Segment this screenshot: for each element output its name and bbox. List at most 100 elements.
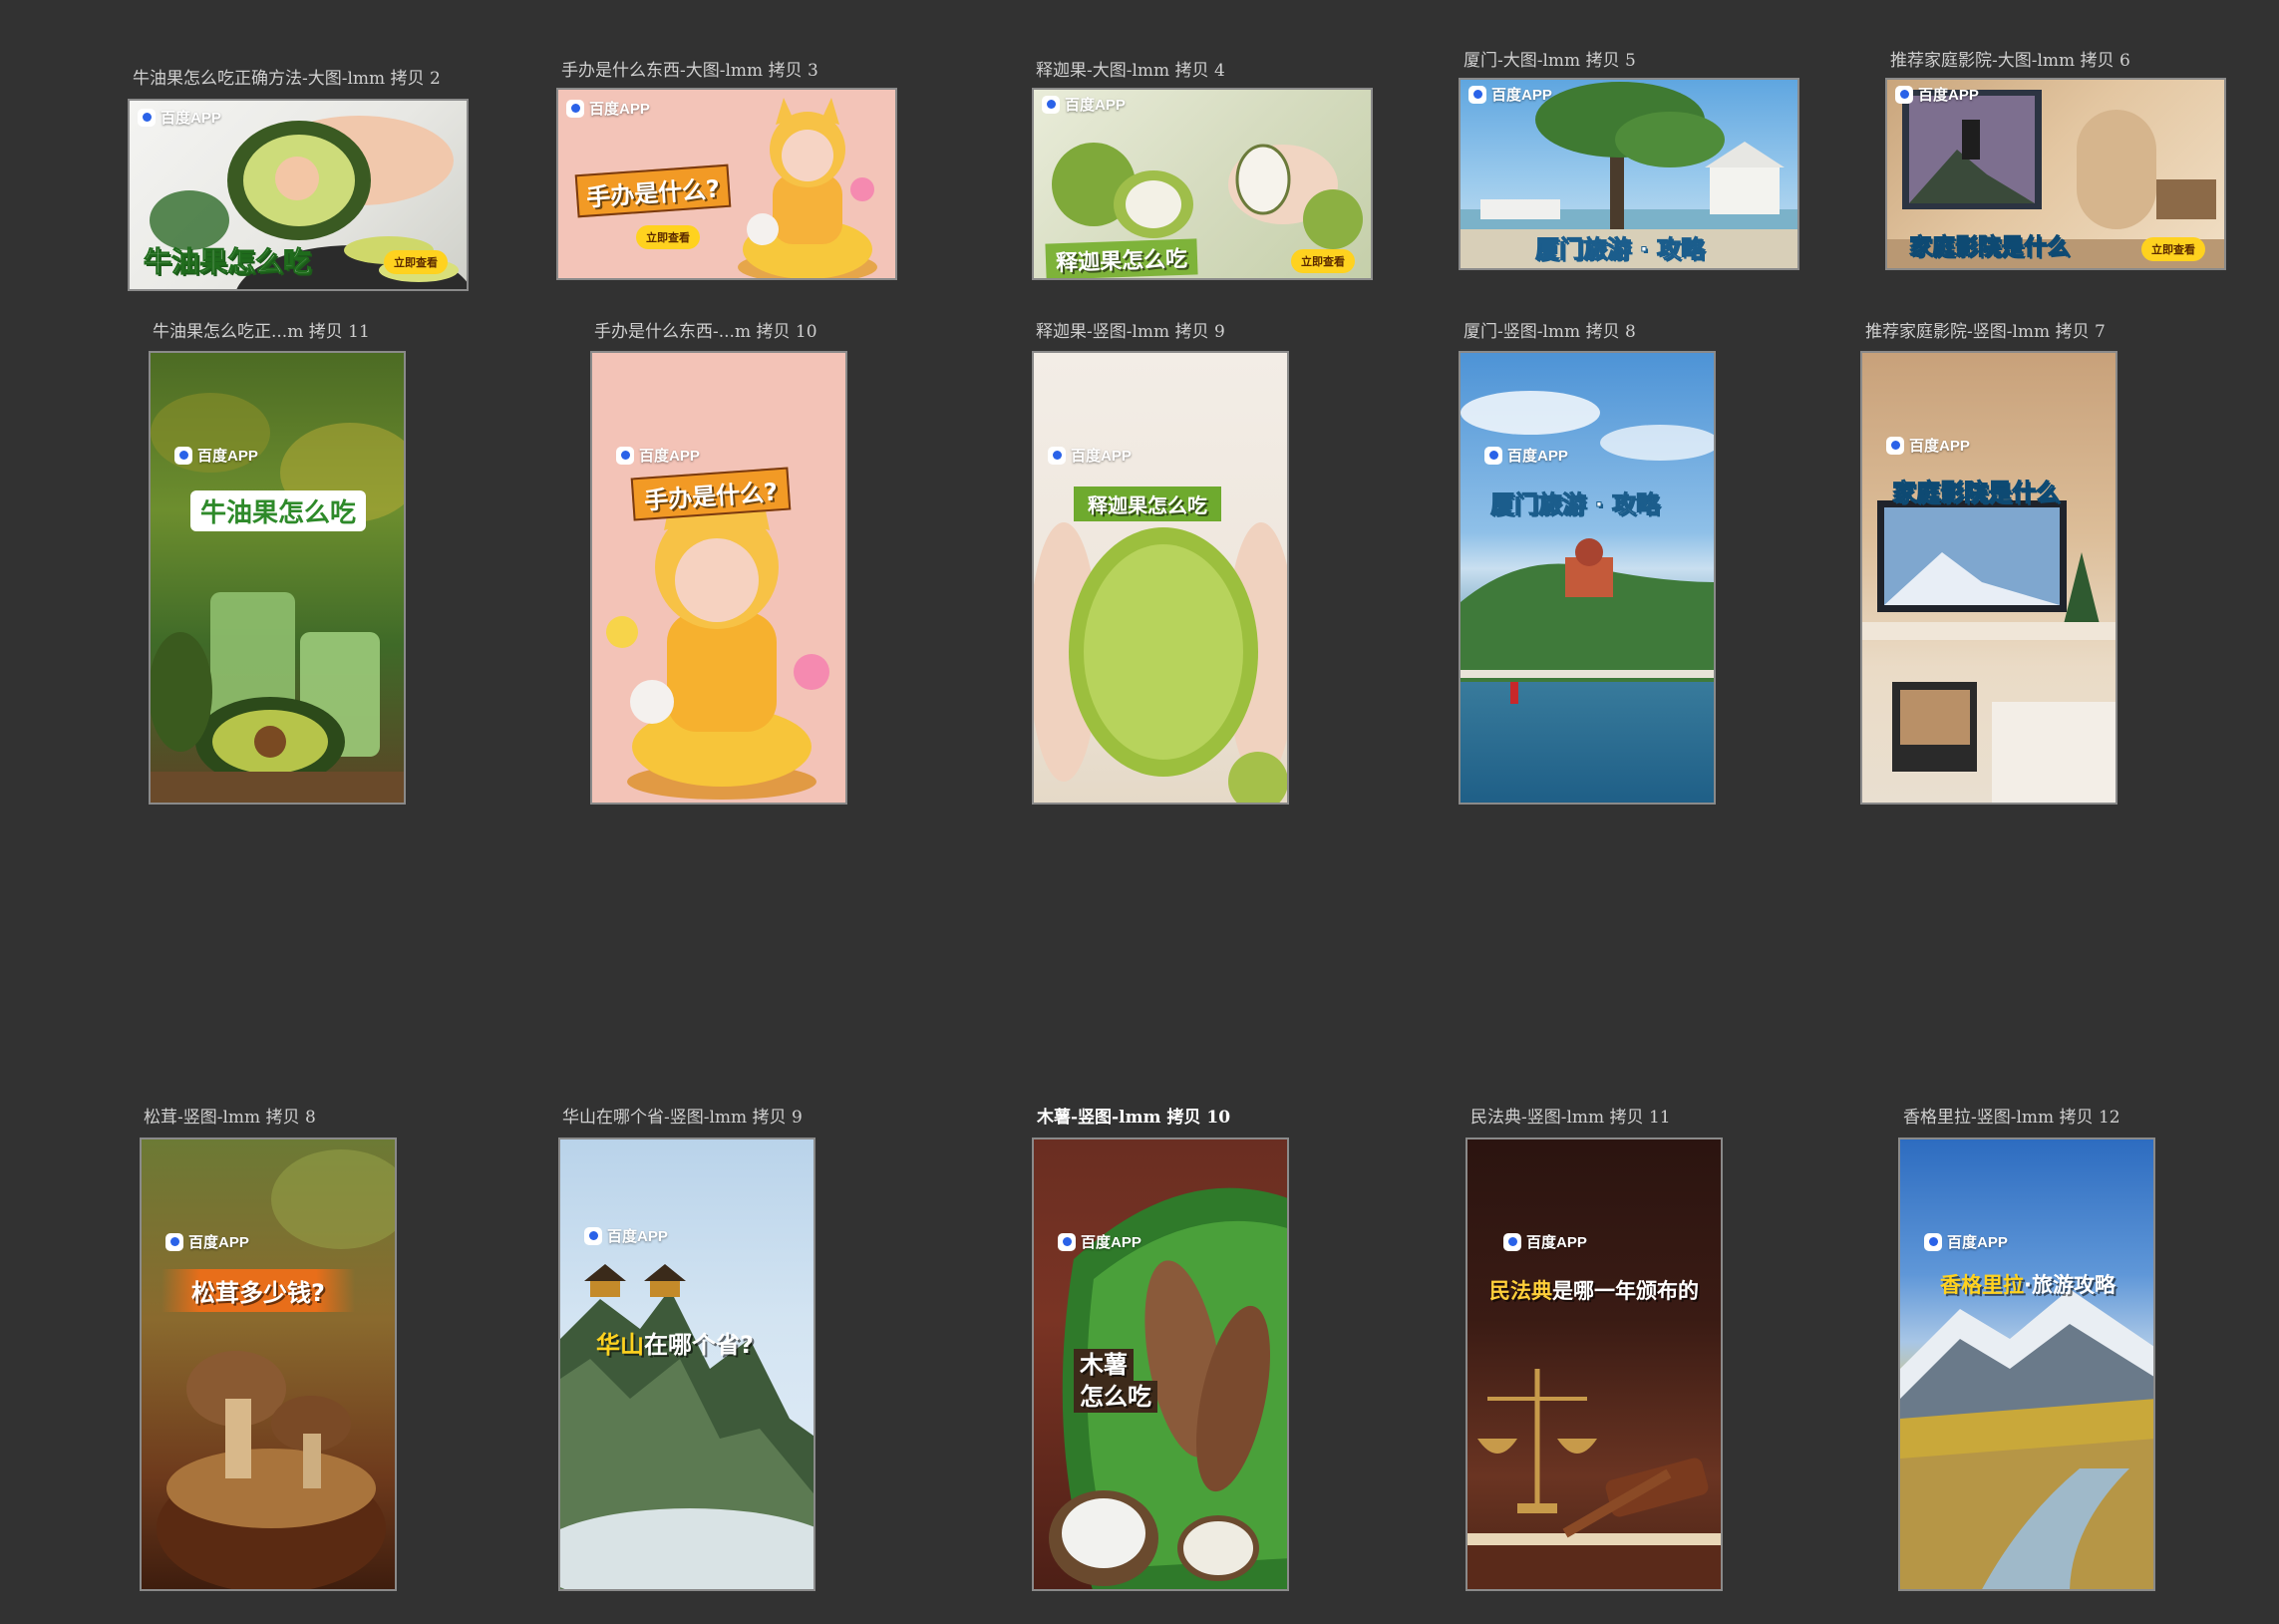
thumb-matsutake-portrait[interactable]: 百度APP 松茸多少钱?	[140, 1137, 397, 1591]
baidu-app-logo: 百度APP	[165, 1231, 249, 1252]
logo-text: 百度APP	[161, 110, 221, 127]
thumb-headline: 家庭影院是什么	[1892, 479, 2061, 507]
thumb-home-theater-portrait[interactable]: 百度APP 家庭影院是什么	[1860, 351, 2117, 805]
thumb-headline: 厦门旅游 · 攻略	[1535, 235, 1706, 264]
frame-label[interactable]: 推荐家庭影院-大图-lmm 拷贝 6	[1890, 50, 2130, 72]
thumb-headline: 牛油果怎么吃	[190, 490, 367, 531]
logo-text: 百度APP	[589, 101, 650, 118]
baidu-app-logo: 百度APP	[1503, 1231, 1587, 1252]
shangrila-illustration	[1900, 1289, 2153, 1589]
baidu-paw-icon	[1895, 85, 1913, 104]
cta-button[interactable]: 立即查看	[636, 225, 700, 249]
sugar-apple-portrait-illustration	[1034, 522, 1287, 803]
xiamen-portrait-illustration	[1461, 391, 1714, 704]
thumb-headline: 牛油果怎么吃	[143, 245, 312, 279]
baidu-paw-icon	[1503, 1232, 1521, 1251]
headline-line-1: 木薯	[1074, 1349, 1134, 1381]
baidu-paw-icon	[165, 1232, 183, 1251]
baidu-app-logo: 百度APP	[584, 1225, 668, 1246]
cassava-illustration	[1049, 1187, 1287, 1589]
logo-text: 百度APP	[1947, 1234, 2008, 1251]
baidu-app-logo: 百度APP	[1048, 445, 1132, 466]
baidu-app-logo: 百度APP	[174, 445, 258, 466]
baidu-paw-icon	[584, 1226, 602, 1245]
baidu-paw-icon	[1042, 95, 1060, 114]
thumb-xiamen-landscape[interactable]: 百度APP 厦门旅游 · 攻略	[1459, 78, 1799, 270]
cta-button[interactable]: 立即查看	[1291, 249, 1355, 273]
frame-label[interactable]: 手办是什么东西-大图-lmm 拷贝 3	[561, 60, 818, 82]
frame-label[interactable]: 香格里拉-竖图-lmm 拷贝 12	[1903, 1107, 2120, 1129]
baidu-paw-icon	[616, 446, 634, 465]
thumb-sugar-apple-portrait[interactable]: 百度APP 释迦果怎么吃	[1032, 351, 1289, 805]
baidu-app-logo: 百度APP	[1468, 84, 1552, 105]
baidu-app-logo: 百度APP	[1924, 1231, 2008, 1252]
headline-highlight: 香格里拉	[1940, 1273, 2024, 1297]
matsutake-illustration	[157, 1149, 395, 1589]
thumb-sugar-apple-landscape[interactable]: 百度APP 释迦果怎么吃 立即查看	[1032, 88, 1373, 280]
thumb-headline: 释迦果怎么吃	[1045, 238, 1198, 278]
logo-text: 百度APP	[1918, 87, 1979, 104]
thumb-figure-portrait[interactable]: 百度APP 手办是什么?	[590, 351, 847, 805]
baidu-app-logo: 百度APP	[138, 107, 221, 128]
thumb-home-theater-landscape[interactable]: 百度APP 家庭影院是什么 立即查看	[1885, 78, 2226, 270]
headline-highlight: 民法典	[1489, 1279, 1552, 1303]
thumb-headline: 家庭影院是什么	[1909, 234, 2071, 261]
baidu-app-logo: 百度APP	[566, 98, 650, 119]
frame-label[interactable]: 松茸-竖图-lmm 拷贝 8	[144, 1107, 316, 1129]
frame-label[interactable]: 牛油果怎么吃正...m 拷贝 11	[153, 321, 370, 343]
thumb-headline: 华山在哪个省?	[596, 1325, 754, 1360]
logo-text: 百度APP	[1491, 87, 1552, 104]
logo-text: 百度APP	[1909, 438, 1970, 455]
baidu-paw-icon	[1048, 446, 1066, 465]
baidu-paw-icon	[566, 99, 584, 118]
baidu-paw-icon	[174, 446, 192, 465]
headline-line-2: 怎么吃	[1074, 1381, 1157, 1413]
frame-label[interactable]: 厦门-竖图-lmm 拷贝 8	[1464, 321, 1636, 343]
frame-label[interactable]: 木薯-竖图-lmm 拷贝 10	[1037, 1107, 1230, 1129]
thumb-xiamen-portrait[interactable]: 百度APP 厦门旅游 · 攻略	[1459, 351, 1716, 805]
frame-label[interactable]: 牛油果怎么吃正确方法-大图-lmm 拷贝 2	[133, 68, 441, 90]
avocado-smoothie-illustration	[151, 393, 404, 803]
thumb-headline: 厦门旅游 · 攻略	[1490, 490, 1661, 519]
frame-label[interactable]: 推荐家庭影院-竖图-lmm 拷贝 7	[1865, 321, 2106, 343]
logo-text: 百度APP	[188, 1234, 249, 1251]
logo-text: 百度APP	[1065, 97, 1126, 114]
thumb-huashan-portrait[interactable]: 百度APP 华山在哪个省?	[558, 1137, 815, 1591]
logo-text: 百度APP	[1071, 448, 1132, 465]
thumb-civil-code-portrait[interactable]: 百度APP 民法典是哪一年颁布的	[1465, 1137, 1723, 1591]
headline-rest: 是哪一年颁布的	[1552, 1279, 1699, 1303]
thumb-shangrila-portrait[interactable]: 百度APP 香格里拉·旅游攻略	[1898, 1137, 2155, 1591]
baidu-paw-icon	[1468, 85, 1486, 104]
logo-text: 百度APP	[1526, 1234, 1587, 1251]
baidu-app-logo: 百度APP	[1886, 435, 1970, 456]
frame-label[interactable]: 手办是什么东西-...m 拷贝 10	[594, 321, 817, 343]
frame-label[interactable]: 释迦果-竖图-lmm 拷贝 9	[1036, 321, 1225, 343]
cta-button[interactable]: 立即查看	[2141, 237, 2205, 261]
thumb-headline: 民法典是哪一年颁布的	[1489, 1275, 1699, 1305]
frame-label[interactable]: 华山在哪个省-竖图-lmm 拷贝 9	[562, 1107, 803, 1129]
frame-label[interactable]: 释迦果-大图-lmm 拷贝 4	[1036, 60, 1225, 82]
cta-button[interactable]: 立即查看	[384, 250, 448, 274]
baidu-app-logo: 百度APP	[1042, 94, 1126, 115]
logo-text: 百度APP	[197, 448, 258, 465]
headline-highlight: 华山	[596, 1331, 644, 1359]
civil-code-illustration	[1467, 1369, 1721, 1589]
thumb-figure-landscape[interactable]: 百度APP 手办是什么? 立即查看	[556, 88, 897, 280]
thumb-headline: 木薯 怎么吃	[1074, 1349, 1157, 1413]
home-theater-portrait-illustration	[1862, 500, 2116, 803]
thumb-headline: 香格里拉·旅游攻略	[1940, 1269, 2116, 1299]
thumb-avocado-portrait[interactable]: 百度APP 牛油果怎么吃	[149, 351, 406, 805]
logo-text: 百度APP	[1081, 1234, 1141, 1251]
logo-text: 百度APP	[607, 1228, 668, 1245]
logo-text: 百度APP	[639, 448, 700, 465]
frame-label[interactable]: 厦门-大图-lmm 拷贝 5	[1464, 50, 1636, 72]
baidu-app-logo: 百度APP	[616, 445, 700, 466]
headline-rest: 在哪个省?	[644, 1331, 754, 1359]
artboard-canvas[interactable]: 牛油果怎么吃正确方法-大图-lmm 拷贝 2 百度APP 牛油果怎么吃 立即查看…	[0, 0, 2279, 1624]
thumb-avocado-landscape[interactable]: 百度APP 牛油果怎么吃 立即查看	[128, 99, 469, 291]
baidu-app-logo: 百度APP	[1058, 1231, 1141, 1252]
figure-portrait-illustration	[606, 483, 829, 800]
thumb-cassava-portrait[interactable]: 百度APP 木薯 怎么吃	[1032, 1137, 1289, 1591]
baidu-paw-icon	[1924, 1232, 1942, 1251]
frame-label[interactable]: 民法典-竖图-lmm 拷贝 11	[1470, 1107, 1671, 1129]
